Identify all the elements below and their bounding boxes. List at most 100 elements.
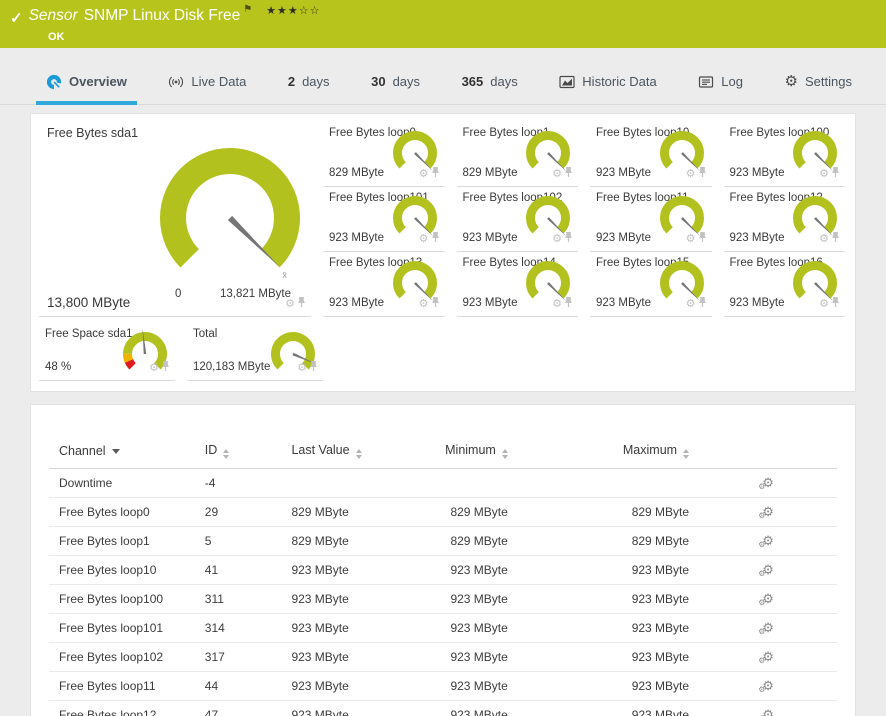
tab-365-days[interactable]: 365days [452, 59, 528, 104]
cell-last-value: 923 MByte [281, 614, 411, 643]
cell-id: 41 [195, 556, 282, 585]
table-row[interactable]: Free Bytes loop12 47 923 MByte 923 MByte… [49, 701, 837, 716]
pin-icon[interactable] [564, 295, 573, 313]
table-row[interactable]: Free Bytes loop100 311 923 MByte 923 MBy… [49, 585, 837, 614]
cell-id: 29 [195, 498, 282, 527]
channel-settings-icon[interactable]: ⚙⚙ [762, 592, 774, 605]
col-header-maximum[interactable]: Maximum [518, 435, 699, 469]
pin-icon[interactable] [564, 165, 573, 183]
channels-panel: Channel ID Last Value Minimum Maximum Do… [30, 404, 856, 716]
tab-live-data[interactable]: Live Data [158, 59, 256, 104]
gauge-cell: Free Bytes loop11 923 MByte ⚙ [590, 187, 712, 252]
gauge-value: 923 MByte [596, 167, 651, 179]
flag-icon[interactable]: ⚑ [243, 4, 252, 15]
gear-icon[interactable]: ⚙ [552, 234, 562, 245]
cell-minimum: 923 MByte [411, 585, 517, 614]
channel-settings-icon[interactable]: ⚙⚙ [762, 679, 774, 692]
table-row[interactable]: Free Bytes loop11 44 923 MByte 923 MByte… [49, 672, 837, 701]
cell-id: -4 [195, 469, 282, 498]
gear-icon[interactable]: ⚙ [686, 169, 696, 180]
sort-icon [356, 449, 362, 459]
cell-maximum: 829 MByte [518, 527, 699, 556]
col-header-minimum[interactable]: Minimum [411, 435, 517, 469]
gear-icon[interactable]: ⚙ [419, 169, 429, 180]
cell-minimum: 923 MByte [411, 614, 517, 643]
pin-icon[interactable] [431, 295, 440, 313]
gear-icon[interactable]: ⚙ [419, 299, 429, 310]
gauge-value: 48 % [45, 361, 71, 373]
historic-data-icon [559, 74, 575, 90]
channel-settings-icon[interactable]: ⚙⚙ [762, 650, 774, 663]
col-header-id[interactable]: ID [195, 435, 282, 469]
tab-overview[interactable]: Overview [36, 59, 137, 104]
col-header-channel[interactable]: Channel [49, 435, 195, 469]
channel-settings-icon[interactable]: ⚙⚙ [762, 708, 774, 716]
pin-icon[interactable] [831, 165, 840, 183]
col-header-last-value[interactable]: Last Value [281, 435, 411, 469]
live-data-icon [168, 74, 184, 90]
gear-icon[interactable]: ⚙ [149, 363, 159, 374]
cell-maximum: 923 MByte [518, 585, 699, 614]
gear-icon[interactable]: ⚙ [819, 299, 829, 310]
gear-icon[interactable]: ⚙ [297, 363, 307, 374]
gear-icon[interactable]: ⚙ [285, 299, 295, 310]
gear-icon[interactable]: ⚙ [686, 299, 696, 310]
channel-settings-icon[interactable]: ⚙⚙ [762, 563, 774, 576]
tab-bar: Overview Live Data 2days 30days 365days Histo… [0, 48, 886, 105]
gauge-cell: Free Bytes loop102 923 MByte ⚙ [457, 187, 579, 252]
table-row[interactable]: Downtime -4 ⚙⚙ [49, 469, 837, 498]
gear-icon[interactable]: ⚙ [819, 234, 829, 245]
cell-last-value: 923 MByte [281, 643, 411, 672]
channel-settings-icon[interactable]: ⚙⚙ [762, 621, 774, 634]
gauge-dial [265, 328, 321, 387]
gear-icon[interactable]: ⚙ [552, 299, 562, 310]
pin-icon[interactable] [431, 165, 440, 183]
cell-last-value: 923 MByte [281, 556, 411, 585]
pin-icon[interactable] [698, 295, 707, 313]
pin-icon[interactable] [309, 359, 318, 377]
gauge-value: 923 MByte [329, 297, 384, 309]
table-row[interactable]: Free Bytes loop0 29 829 MByte 829 MByte … [49, 498, 837, 527]
sort-desc-icon [112, 449, 120, 454]
channel-settings-icon[interactable]: ⚙⚙ [762, 534, 774, 547]
pin-icon[interactable] [698, 165, 707, 183]
cell-channel: Free Bytes loop100 [49, 585, 195, 614]
pin-icon[interactable] [698, 230, 707, 248]
cell-id: 5 [195, 527, 282, 556]
tab-30-days[interactable]: 30days [361, 59, 430, 104]
pin-icon[interactable] [431, 230, 440, 248]
gauge-cell: Free Bytes loop0 829 MByte ⚙ [323, 122, 445, 187]
cell-last-value: 829 MByte [281, 527, 411, 556]
pin-icon[interactable] [297, 295, 306, 313]
gauge-value: 829 MByte [463, 167, 518, 179]
table-row[interactable]: Free Bytes loop1 5 829 MByte 829 MByte 8… [49, 527, 837, 556]
pin-icon[interactable] [831, 230, 840, 248]
status-check-icon: ✓ [10, 9, 23, 27]
pin-icon[interactable] [564, 230, 573, 248]
channel-settings-icon[interactable]: ⚙⚙ [762, 476, 774, 489]
gauge-scale-min: 0 [175, 288, 181, 300]
pin-icon[interactable] [161, 359, 170, 377]
cell-id: 47 [195, 701, 282, 716]
cell-last-value: 829 MByte [281, 498, 411, 527]
tab-settings[interactable]: ⚙Settings [775, 59, 862, 104]
gear-icon[interactable]: ⚙ [819, 169, 829, 180]
priority-stars[interactable]: ★★★☆☆ [266, 4, 320, 17]
gear-icon[interactable]: ⚙ [686, 234, 696, 245]
tab-2-days[interactable]: 2days [278, 59, 340, 104]
channel-settings-icon[interactable]: ⚙⚙ [762, 505, 774, 518]
gear-icon[interactable]: ⚙ [552, 169, 562, 180]
table-row[interactable]: Free Bytes loop102 317 923 MByte 923 MBy… [49, 643, 837, 672]
gear-icon[interactable]: ⚙ [419, 234, 429, 245]
pin-icon[interactable] [831, 295, 840, 313]
tab-historic-data[interactable]: Historic Data [549, 59, 666, 104]
table-row[interactable]: Free Bytes loop10 41 923 MByte 923 MByte… [49, 556, 837, 585]
gauge-value: 923 MByte [730, 297, 785, 309]
gauge-cell: Free Bytes loop1 829 MByte ⚙ [457, 122, 579, 187]
table-row[interactable]: Free Bytes loop101 314 923 MByte 923 MBy… [49, 614, 837, 643]
tab-log[interactable]: Log [688, 59, 753, 104]
small-gauges-grid: Free Bytes loop0 829 MByte ⚙ Free Bytes … [323, 122, 845, 317]
cell-channel: Free Bytes loop0 [49, 498, 195, 527]
main-gauge-cell: Free Bytes sda1 x̄ 0 13,821 MByte 13,800… [39, 122, 311, 317]
cell-minimum: 923 MByte [411, 672, 517, 701]
